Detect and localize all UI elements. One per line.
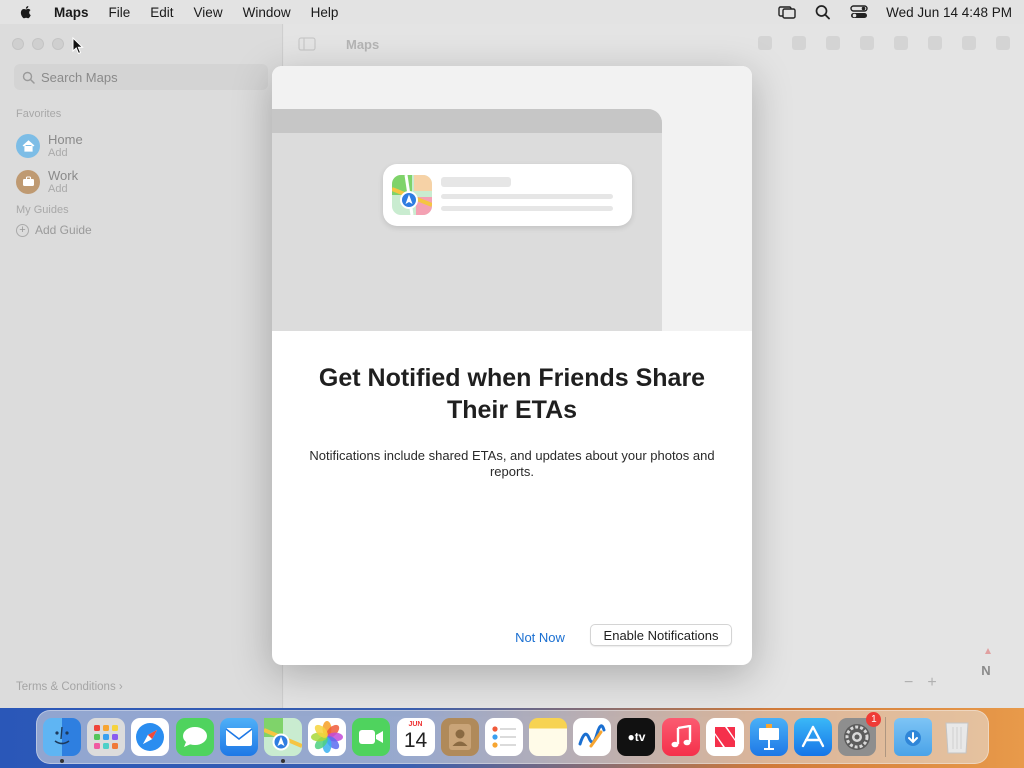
favorite-home[interactable]: Home Add: [16, 132, 83, 159]
3d-view-icon[interactable]: [826, 36, 840, 50]
look-around-icon[interactable]: [894, 36, 908, 50]
maps-app-icon: [392, 175, 432, 215]
apple-tv-icon[interactable]: ●tv: [617, 718, 656, 756]
compass-label: N: [981, 662, 991, 678]
notification-placeholder-line: [441, 206, 613, 211]
menu-edit[interactable]: Edit: [150, 5, 173, 20]
menu-window[interactable]: Window: [243, 5, 291, 20]
map-window-title: Maps: [346, 36, 380, 52]
notification-badge: 1: [866, 712, 882, 727]
location-icon[interactable]: [758, 36, 772, 50]
account-icon[interactable]: [996, 36, 1010, 50]
running-indicator: [60, 759, 64, 763]
notification-placeholder-line: [441, 194, 613, 199]
share-icon[interactable]: [962, 36, 976, 50]
not-now-button[interactable]: Not Now: [504, 626, 576, 648]
spotlight-search-icon[interactable]: [814, 4, 832, 20]
menu-file[interactable]: File: [109, 5, 131, 20]
zoom-out-button[interactable]: −: [904, 674, 913, 692]
terms-label: Terms & Conditions: [16, 681, 116, 693]
minimize-window-button[interactable]: [32, 38, 44, 50]
apple-menu-icon[interactable]: [18, 4, 34, 20]
favorite-work-sub: Add: [48, 183, 68, 195]
freeform-icon[interactable]: [573, 718, 612, 756]
menu-clock[interactable]: Wed Jun 14 4:48 PM: [886, 5, 1012, 20]
screen-mirroring-icon[interactable]: [778, 4, 796, 20]
favorites-heading: Favorites: [16, 108, 62, 120]
dock-separator: [884, 717, 886, 757]
menu-app-name[interactable]: Maps: [54, 5, 89, 20]
briefcase-icon: [16, 169, 40, 194]
reminders-icon[interactable]: [484, 718, 523, 756]
maps-dock-icon[interactable]: [263, 718, 302, 763]
favorite-home-label: Home: [48, 132, 83, 147]
safari-icon[interactable]: [131, 718, 170, 756]
notes-icon[interactable]: [529, 718, 568, 756]
enable-notifications-button[interactable]: Enable Notifications: [590, 624, 732, 646]
news-icon[interactable]: [705, 718, 744, 756]
terms-link[interactable]: Terms & Conditions ›: [16, 681, 123, 693]
my-guides-heading: My Guides: [16, 204, 69, 216]
notification-permission-dialog: Get Notified when Friends Share Their ET…: [272, 66, 752, 665]
favorite-home-sub: Add: [48, 147, 68, 159]
mouse-cursor-icon: [72, 37, 84, 55]
chevron-right-icon: ›: [118, 681, 123, 693]
facetime-icon[interactable]: [352, 718, 391, 756]
map-mode-icon[interactable]: [792, 36, 806, 50]
finder-icon[interactable]: [43, 718, 81, 763]
zoom-in-button[interactable]: +: [927, 674, 936, 692]
system-settings-icon[interactable]: 1: [838, 712, 882, 756]
search-input[interactable]: [41, 69, 241, 85]
search-field[interactable]: [14, 64, 268, 90]
illustration-notification: [383, 164, 632, 226]
control-center-icon[interactable]: [850, 4, 868, 20]
dialog-body: Notifications include shared ETAs, and u…: [309, 448, 715, 479]
plus-circle-icon: +: [16, 223, 29, 237]
map-toolbar: Maps: [284, 24, 1024, 64]
add-guide-label: Add Guide: [35, 223, 92, 237]
menu-bar: Maps File Edit View Window Help Wed Jun …: [0, 0, 1024, 24]
window-controls: [12, 38, 64, 50]
menu-help[interactable]: Help: [311, 5, 339, 20]
zoom-window-button[interactable]: [52, 38, 64, 50]
menu-view[interactable]: View: [194, 5, 223, 20]
add-guide-button[interactable]: + Add Guide: [16, 223, 92, 237]
illustration-titlebar: [272, 109, 662, 133]
calendar-icon[interactable]: JUN 14: [396, 718, 435, 756]
dock: JUN 14 ●tv 1: [36, 710, 989, 764]
compass-button[interactable]: N: [967, 651, 1005, 689]
apple-tv-label: ●tv: [627, 730, 645, 744]
contacts-icon[interactable]: [440, 718, 479, 756]
add-icon[interactable]: [928, 36, 942, 50]
zoom-icon[interactable]: [860, 36, 874, 50]
keynote-icon[interactable]: [750, 718, 788, 756]
favorite-work-label: Work: [48, 168, 79, 183]
calendar-month: JUN: [408, 721, 423, 728]
running-indicator: [280, 759, 285, 763]
music-icon[interactable]: [661, 718, 700, 756]
apple-tv-text: tv: [634, 730, 646, 744]
home-icon: [16, 133, 40, 158]
dialog-title: Get Notified when Friends Share Their ET…: [318, 364, 706, 424]
apple-logo-icon: ●: [627, 730, 635, 744]
notification-placeholder-title: [441, 177, 511, 187]
mail-icon[interactable]: [219, 718, 258, 756]
calendar-day: 14: [403, 729, 428, 752]
photos-icon[interactable]: [308, 718, 347, 756]
app-store-icon[interactable]: [794, 718, 833, 756]
map-toolbar-icons: [758, 36, 1010, 50]
zoom-controls: − +: [904, 674, 937, 692]
dialog-illustration: [272, 66, 752, 331]
sidebar: Favorites Home Add Work Add My Guides + …: [0, 24, 283, 708]
trash-icon[interactable]: [938, 718, 976, 756]
favorite-work[interactable]: Work Add: [16, 168, 78, 195]
search-icon: [22, 71, 35, 84]
messages-icon[interactable]: [175, 718, 214, 756]
sidebar-toggle-icon[interactable]: [298, 37, 316, 51]
downloads-folder-icon[interactable]: [893, 718, 932, 756]
close-window-button[interactable]: [12, 38, 24, 50]
launchpad-icon[interactable]: [87, 718, 126, 756]
